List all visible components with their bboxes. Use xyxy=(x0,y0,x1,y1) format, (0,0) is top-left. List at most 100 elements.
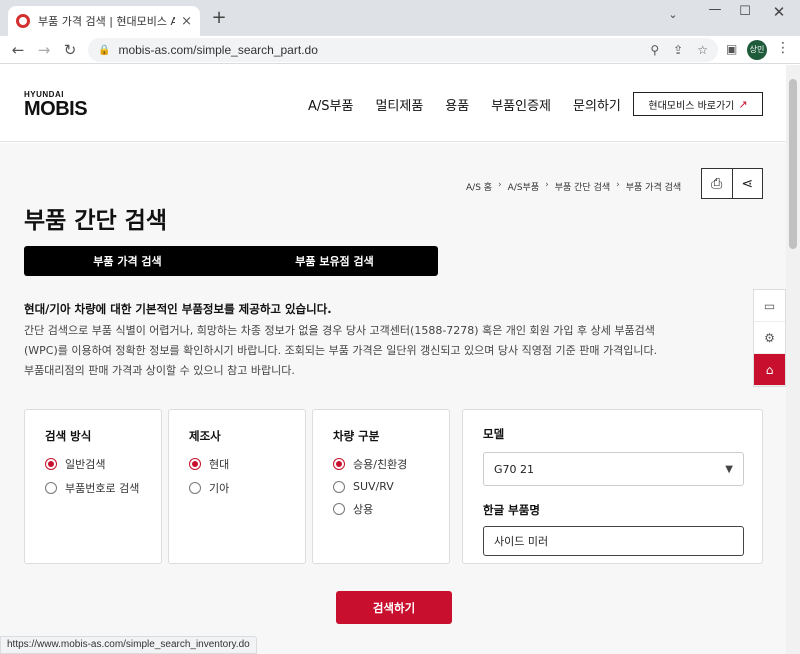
part-name-input[interactable] xyxy=(483,526,744,556)
vehicle-type-label: 차량 구분 xyxy=(333,429,380,443)
dropdown-caret-icon: ▼ xyxy=(725,463,733,475)
radio-passenger[interactable]: 승용/친환경 xyxy=(333,456,449,472)
radio-commercial[interactable]: 상용 xyxy=(333,501,449,517)
nav-item-as-parts[interactable]: A/S부품 xyxy=(308,95,353,114)
breadcrumb: A/S 홈 › A/S부품 › 부품 간단 검색 › 부품 가격 검색 xyxy=(466,180,681,193)
site-favicon-icon xyxy=(16,14,30,28)
breadcrumb-item[interactable]: A/S 홈 xyxy=(466,180,492,193)
share-icon[interactable]: ⋖ xyxy=(733,169,763,198)
radio-unselected-icon[interactable] xyxy=(45,482,57,494)
chevron-right-icon: › xyxy=(498,180,502,190)
breadcrumb-item[interactable]: A/S부품 xyxy=(508,180,539,193)
logo-main-text: MOBIS xyxy=(24,98,88,120)
minimize-icon[interactable]: — xyxy=(700,2,730,17)
radio-suv-rv[interactable]: SUV/RV xyxy=(333,480,449,493)
chevron-right-icon: › xyxy=(545,180,549,190)
intro-line: 간단 검색으로 부품 식별이 어렵거나, 희망하는 차종 정보가 없을 경우 당… xyxy=(24,324,655,337)
nav-item-contact[interactable]: 문의하기 xyxy=(573,95,621,114)
model-card: 모델 G70 21 ▼ 한글 부품명 xyxy=(462,409,763,564)
radio-selected-icon[interactable] xyxy=(189,458,201,470)
search-method-label: 검색 방식 xyxy=(45,429,92,443)
radio-label: 일반검색 xyxy=(65,458,106,471)
site-header: HYUNDAI MOBIS A/S부품 멀티제품 용품 부품인증제 문의하기 현… xyxy=(0,65,786,142)
chat-icon[interactable]: ▭ xyxy=(754,290,785,322)
mobis-logo[interactable]: HYUNDAI MOBIS xyxy=(24,90,88,120)
radio-selected-icon[interactable] xyxy=(333,458,345,470)
forward-arrow-icon[interactable]: → xyxy=(34,40,54,60)
main-content: A/S 홈 › A/S부품 › 부품 간단 검색 › 부품 가격 검색 ⎙ ⋖ … xyxy=(0,143,786,654)
browser-menu-icon[interactable]: ⋮ xyxy=(776,40,790,56)
radio-label: 기아 xyxy=(209,482,230,495)
radio-unselected-icon[interactable] xyxy=(333,480,345,493)
radio-part-number-search[interactable]: 부품번호로 검색 xyxy=(45,480,161,496)
hand-cursor-icon: ☝ xyxy=(388,264,397,280)
scrollbar-thumb[interactable] xyxy=(789,79,797,249)
lock-icon[interactable]: 🔒 xyxy=(98,45,110,56)
side-panel-icon[interactable]: ▣ xyxy=(726,42,737,56)
page-tools: ⎙ ⋖ xyxy=(701,168,763,199)
zoom-icon[interactable]: ⚲ xyxy=(650,43,659,57)
radio-general-search[interactable]: 일반검색 xyxy=(45,456,161,472)
profile-avatar[interactable]: 상민 xyxy=(747,40,767,60)
radio-unselected-icon[interactable] xyxy=(333,503,345,515)
breadcrumb-item[interactable]: 부품 가격 검색 xyxy=(626,180,681,193)
status-bar-url: https://www.mobis-as.com/simple_search_i… xyxy=(0,636,257,654)
browser-tab[interactable]: 부품 가격 검색 | 현대모비스 A/S × xyxy=(8,6,200,36)
search-button[interactable]: 검색하기 xyxy=(336,591,452,624)
model-select[interactable]: G70 21 ▼ xyxy=(483,452,744,486)
maker-label: 제조사 xyxy=(189,429,221,443)
tab-part-stock[interactable]: 부품 보유점 검색 xyxy=(231,246,438,276)
radio-label: 승용/친환경 xyxy=(353,458,408,471)
browser-tabbar: 부품 가격 검색 | 현대모비스 A/S × + ⌄ — ☐ ✕ xyxy=(0,0,800,36)
tab-part-price[interactable]: 부품 가격 검색 xyxy=(24,246,231,276)
home-icon[interactable]: ⌂ xyxy=(754,354,785,386)
breadcrumb-item[interactable]: 부품 간단 검색 xyxy=(555,180,610,193)
radio-selected-icon[interactable] xyxy=(45,458,57,470)
maximize-icon[interactable]: ☐ xyxy=(730,4,760,19)
intro-lead: 현대/기아 차량에 대한 기본적인 부품정보를 제공하고 있습니다. xyxy=(24,302,332,316)
quick-menu: ▭ ⚙ ⌂ xyxy=(753,289,786,387)
share-page-icon[interactable]: ⇪ xyxy=(673,43,683,57)
page-viewport: HYUNDAI MOBIS A/S부품 멀티제품 용품 부품인증제 문의하기 현… xyxy=(0,65,786,654)
back-arrow-icon[interactable]: ← xyxy=(8,40,28,60)
main-nav: A/S부품 멀티제품 용품 부품인증제 문의하기 xyxy=(308,95,621,114)
external-link-icon: ↗ xyxy=(738,97,748,111)
print-icon[interactable]: ⎙ xyxy=(702,169,733,198)
corp-link-label: 현대모비스 바로가기 xyxy=(648,100,735,112)
address-bar[interactable]: 🔒 mobis-as.com/simple_search_part.do ⚲ ⇪… xyxy=(88,38,718,62)
radio-unselected-icon[interactable] xyxy=(189,482,201,494)
intro-line: 부품대리점의 판매 가격과 상이할 수 있으니 참고 바랍니다. xyxy=(24,364,295,377)
tab-title: 부품 가격 검색 | 현대모비스 A/S xyxy=(38,15,176,28)
chevron-right-icon: › xyxy=(616,180,620,190)
tab-close-icon[interactable]: × xyxy=(181,14,192,29)
intro-text: 현대/기아 차량에 대한 기본적인 부품정보를 제공하고 있습니다. 간단 검색… xyxy=(24,301,704,381)
settings-gear-icon[interactable]: ⚙ xyxy=(754,322,785,354)
search-method-card: 검색 방식 일반검색 부품번호로 검색 xyxy=(24,409,162,564)
intro-line: (WPC)를 이용하여 정확한 정보를 확인하시기 바랍니다. 조회되는 부품 … xyxy=(24,344,658,357)
radio-hyundai[interactable]: 현대 xyxy=(189,456,305,472)
model-value: G70 21 xyxy=(494,462,535,476)
model-label: 모델 xyxy=(483,427,505,441)
url-text[interactable]: mobis-as.com/simple_search_part.do xyxy=(118,43,636,57)
nav-item-certification[interactable]: 부품인증제 xyxy=(491,95,551,114)
part-name-label: 한글 부품명 xyxy=(483,503,540,517)
radio-label: 부품번호로 검색 xyxy=(65,482,140,495)
new-tab-button[interactable]: + xyxy=(208,8,230,30)
page-title: 부품 간단 검색 xyxy=(24,208,167,234)
vehicle-type-card: 차량 구분 승용/친환경 SUV/RV 상용 xyxy=(312,409,450,564)
nav-item-multi-products[interactable]: 멀티제품 xyxy=(375,95,423,114)
maker-card: 제조사 현대 기아 xyxy=(168,409,306,564)
search-tabs: 부품 가격 검색 부품 보유점 검색 xyxy=(24,246,438,276)
browser-toolbar: ← → ↻ 🔒 mobis-as.com/simple_search_part.… xyxy=(0,36,800,64)
reload-icon[interactable]: ↻ xyxy=(60,40,80,60)
tab-search-icon[interactable]: ⌄ xyxy=(658,8,688,21)
radio-kia[interactable]: 기아 xyxy=(189,480,305,496)
radio-label: 현대 xyxy=(209,458,230,471)
radio-label: SUV/RV xyxy=(353,480,394,493)
nav-item-accessories[interactable]: 용품 xyxy=(445,95,469,114)
hyundai-mobis-link-button[interactable]: 현대모비스 바로가기 ↗ xyxy=(633,92,763,116)
page-scrollbar[interactable] xyxy=(786,65,800,654)
radio-label: 상용 xyxy=(353,503,374,516)
close-window-icon[interactable]: ✕ xyxy=(764,3,794,21)
bookmark-star-icon[interactable]: ☆ xyxy=(697,43,708,57)
